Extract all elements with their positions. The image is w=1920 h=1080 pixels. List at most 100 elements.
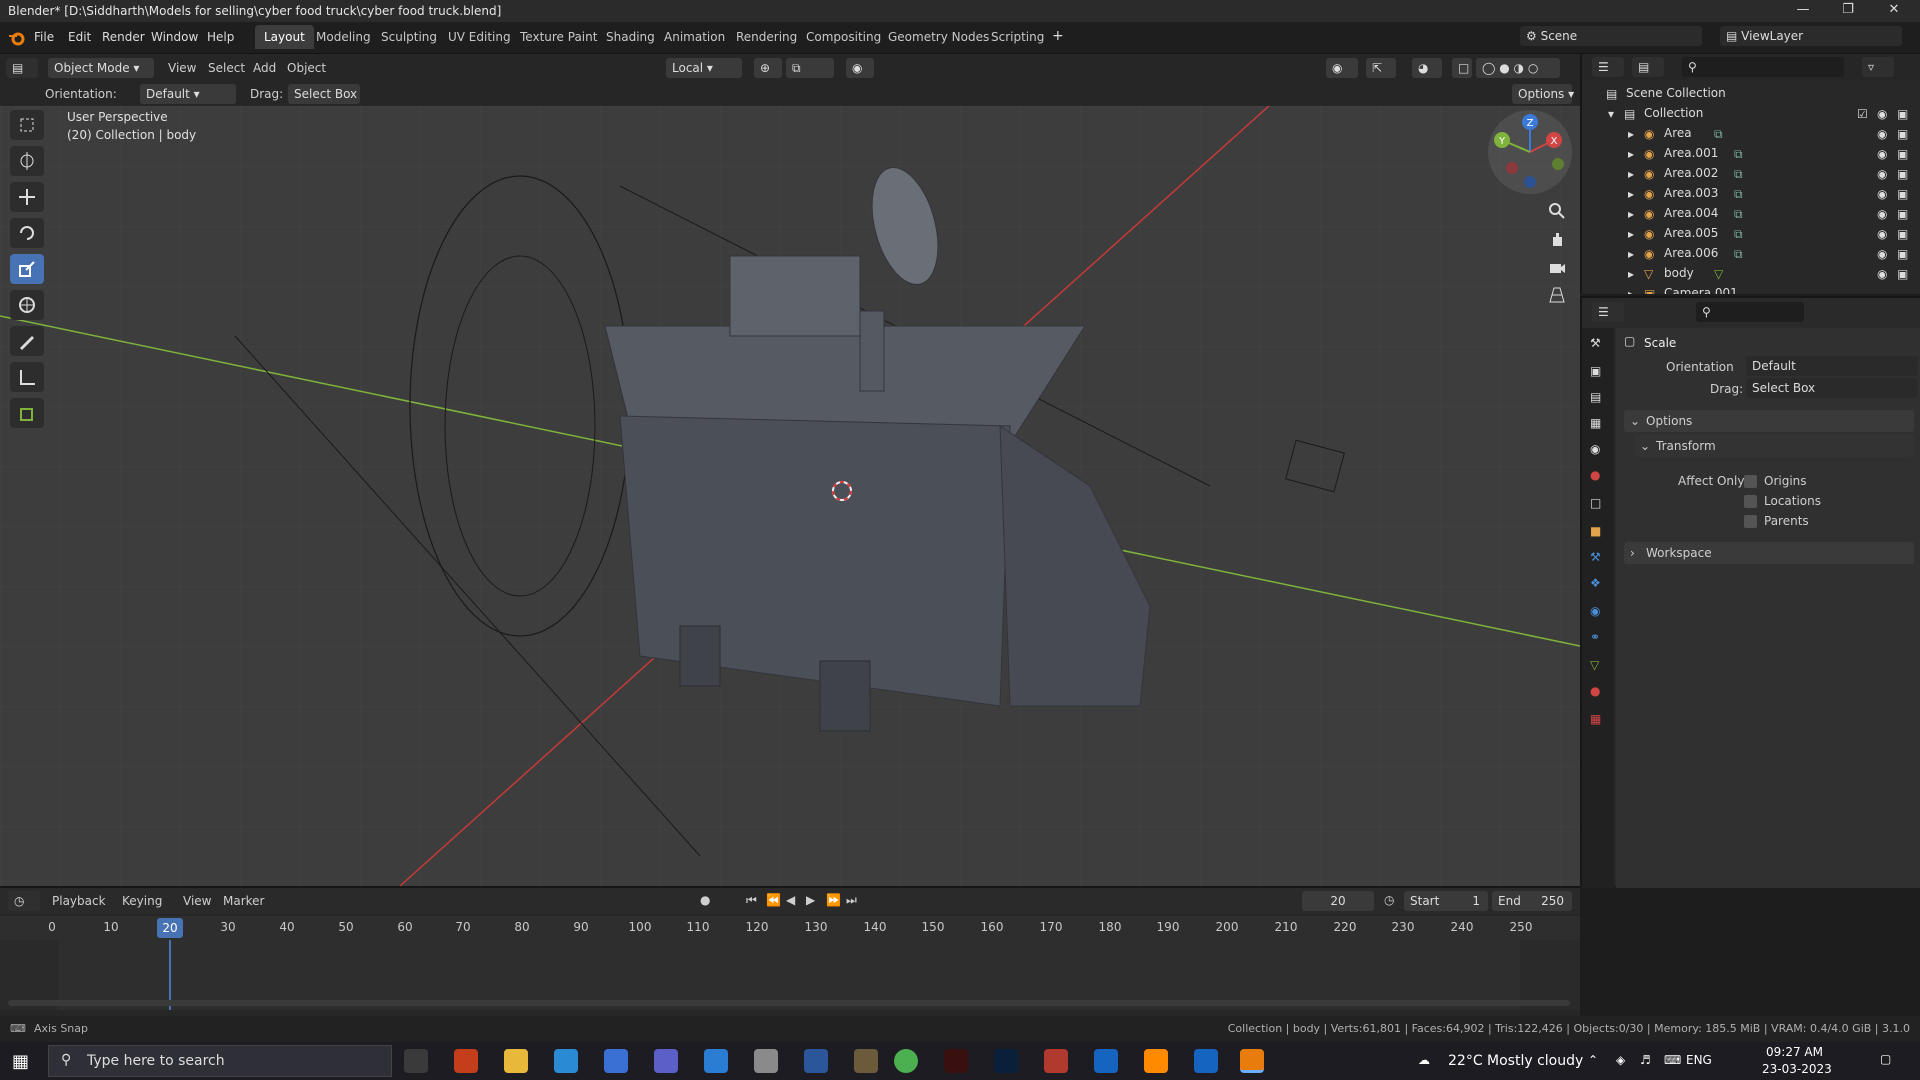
outliner-item[interactable]: ▸ ◉ Area.003 ⧉ ◉ ▣ [1582,184,1920,204]
output-tab-icon[interactable]: ▤ [1590,390,1601,404]
timeline-scrollbar[interactable] [8,1000,1570,1006]
current-frame-field[interactable]: 20 [1302,891,1374,911]
close-icon[interactable]: ✕ [1874,0,1914,22]
eye-icon[interactable]: ◉ [1877,147,1887,161]
camera-render-icon[interactable]: ▣ [1897,107,1908,121]
drag-dropdown[interactable]: Select Box [288,84,360,104]
workspace-tab-geometry-nodes[interactable]: Geometry Nodes [879,25,998,49]
language-indicator[interactable]: ENG [1686,1053,1712,1067]
viewlayer-selector[interactable]: ▤ ViewLayer [1720,26,1902,46]
play-icon[interactable]: ▶ [806,893,815,907]
expand-arrow-icon[interactable]: ▸ [1628,267,1634,281]
eye-icon[interactable]: ◉ [1877,247,1887,261]
menu-window[interactable]: Window [151,30,198,44]
workspace-tab-layout[interactable]: Layout [255,25,314,49]
start-frame-field[interactable]: Start 1 [1404,891,1488,911]
viewport-menu-object[interactable]: Object [287,61,326,75]
move-icon[interactable] [10,182,44,212]
weather-text[interactable]: 22°C Mostly cloudy [1448,1053,1583,1069]
outliner-item[interactable]: ▸ ▽ body ▽ ◉ ▣ [1582,264,1920,284]
menu-help[interactable]: Help [207,30,234,44]
timeline-menu-playback[interactable]: Playback [52,894,106,908]
mode-dropdown[interactable]: Object Mode ▾ [48,58,154,78]
view-layer-tab-icon[interactable]: ▦ [1590,416,1601,430]
world-tab-icon[interactable]: ● [1590,468,1600,482]
current-frame-marker[interactable]: 20 [157,918,183,938]
filter-icon[interactable]: ▿ [1862,57,1894,77]
properties-editor-type-icon[interactable]: ☰ [1592,302,1624,322]
expand-arrow-icon[interactable]: ▸ [1628,127,1634,141]
network-icon[interactable]: ◈ [1616,1053,1625,1067]
render-tab-icon[interactable]: ▣ [1590,364,1601,378]
app-icon[interactable] [704,1049,728,1073]
workspace-tab-texture-paint[interactable]: Texture Paint [511,25,606,49]
navigation-gizmo[interactable]: Z X Y [1488,110,1572,194]
options-panel-header[interactable]: ⌄ Options [1624,410,1914,432]
chrome-icon[interactable] [894,1049,918,1073]
viewport-menu-view[interactable]: View [168,61,196,75]
exclude-checkbox-icon[interactable]: ☑ [1857,107,1868,121]
expand-arrow-icon[interactable]: ▸ [1628,187,1634,201]
weather-icon[interactable]: ☁ [1418,1053,1430,1067]
prop-drag-dropdown[interactable]: Select Box [1746,378,1918,398]
tray-chevron-icon[interactable]: ⌃ [1588,1053,1598,1067]
file-explorer-icon[interactable] [504,1049,528,1073]
workspace-tab-modeling[interactable]: Modeling [307,25,380,49]
timeline-ruler[interactable]: 0 10 20 30 40 50 60 70 80 90 100 110 120… [0,916,1580,940]
clock-date[interactable]: 23-03-2023 [1762,1062,1832,1076]
data-tab-icon[interactable]: ▽ [1590,658,1599,672]
timeline-menu-keying[interactable]: Keying [122,894,162,908]
outliner-editor-type-icon[interactable]: ☰ [1592,57,1624,77]
eye-icon[interactable]: ◉ [1877,207,1887,221]
blender-taskbar-icon[interactable] [1240,1049,1264,1073]
physics-tab-icon[interactable]: ◉ [1590,604,1600,618]
annotate-icon[interactable] [10,326,44,356]
app-icon[interactable] [1044,1049,1068,1073]
rotate-icon[interactable] [10,218,44,248]
axis-gizmo[interactable]: Z X Y [1488,110,1572,194]
timeline-menu-marker[interactable]: Marker [223,894,264,908]
pivot-point-icon[interactable]: ⊕ [754,58,782,78]
word-icon[interactable] [804,1049,828,1073]
camera-render-icon[interactable]: ▣ [1897,207,1908,221]
eye-icon[interactable]: ◉ [1877,227,1887,241]
timeline-menu-view[interactable]: View [183,894,211,908]
expand-arrow-icon[interactable]: ▸ [1628,287,1634,294]
prop-orientation-dropdown[interactable]: Default [1746,356,1918,376]
display-mode-icon[interactable]: ▤ [1632,57,1664,77]
jump-start-icon[interactable]: ⏮ [746,893,757,908]
transform-orientation-dropdown[interactable]: Local ▾ [666,58,742,78]
outliner-item[interactable]: ▸ ▣ Camera.001 [1582,284,1920,294]
minimize-icon[interactable]: — [1783,0,1823,22]
blender-logo-icon[interactable] [8,30,26,46]
outliner-item[interactable]: ▸ ◉ Area.005 ⧉ ◉ ▣ [1582,224,1920,244]
perspective-grid-icon[interactable] [1540,282,1574,308]
camera-render-icon[interactable]: ▣ [1897,187,1908,201]
gizmo-toggle-icon[interactable]: ⇱ [1366,58,1396,78]
outliner-collection[interactable]: ▾ ▤ Collection ☑ ◉ ▣ [1582,104,1920,124]
clock-time[interactable]: 09:27 AM [1766,1045,1823,1059]
photoshop-icon[interactable] [994,1049,1018,1073]
transform-panel-header[interactable]: ⌄ Transform [1634,435,1914,457]
eye-icon[interactable]: ◉ [1877,187,1887,201]
camera-render-icon[interactable]: ▣ [1897,247,1908,261]
workspace-panel-header[interactable]: › Workspace [1624,542,1914,564]
cursor-icon[interactable] [10,146,44,176]
collection-tab-icon[interactable]: □ [1590,496,1601,510]
timeline-keyframe-area[interactable] [0,940,1580,1010]
eye-icon[interactable]: ◉ [1877,107,1887,121]
expand-arrow-icon[interactable]: ▸ [1628,167,1634,181]
pan-hand-icon[interactable] [1540,226,1574,252]
app-icon[interactable] [1094,1049,1118,1073]
task-view-icon[interactable] [404,1049,428,1073]
expand-arrow-icon[interactable]: ▸ [1628,247,1634,261]
3d-viewport[interactable] [0,106,1580,886]
scale-icon[interactable] [10,254,44,284]
app-icon[interactable] [654,1049,678,1073]
app-icon[interactable] [754,1049,778,1073]
viewport-menu-select[interactable]: Select [208,61,245,75]
workspace-tab-sculpting[interactable]: Sculpting [372,25,446,49]
add-workspace-button[interactable]: + [1052,28,1064,44]
mail-icon[interactable] [554,1049,578,1073]
workspace-tab-shading[interactable]: Shading [597,25,664,49]
